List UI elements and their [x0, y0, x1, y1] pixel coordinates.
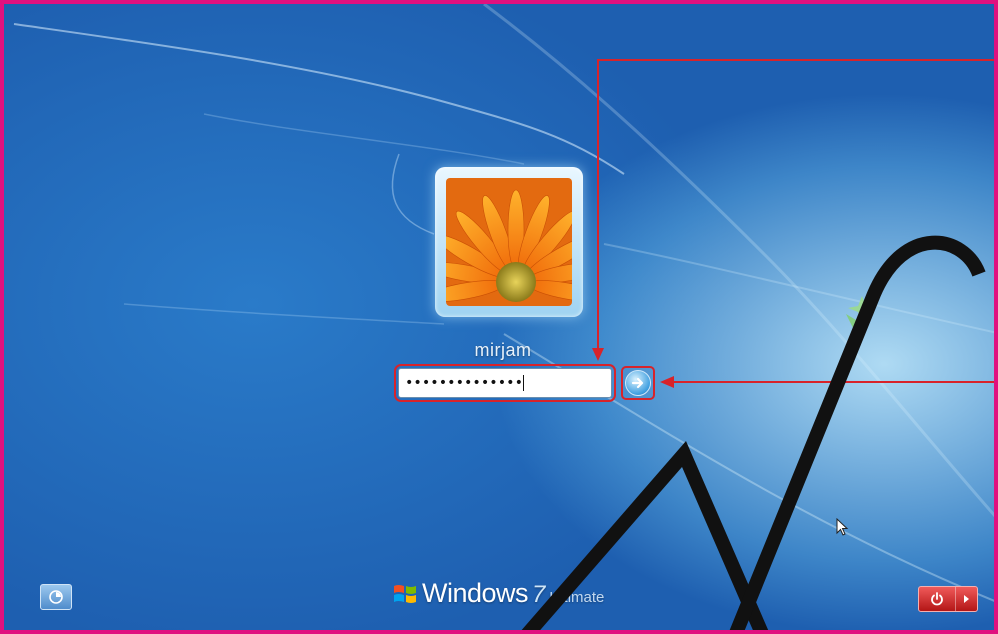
power-icon — [919, 587, 956, 611]
ease-of-access-icon — [49, 590, 63, 604]
password-input[interactable]: •••••••••••••• — [394, 364, 616, 402]
windows-branding: Windows 7 Ultimate — [392, 578, 604, 609]
windows-version: 7 — [532, 581, 546, 608]
windows-edition: Ultimate — [549, 589, 605, 606]
shutdown-button[interactable] — [918, 586, 978, 612]
ease-of-access-button[interactable] — [40, 584, 72, 610]
flower-picture-icon — [446, 178, 572, 306]
username-label: mirjam — [474, 340, 532, 360]
user-picture[interactable] — [435, 167, 583, 317]
background-swoosh — [13, 4, 994, 602]
text-caret — [523, 375, 525, 391]
arrow-right-icon — [625, 370, 651, 396]
windows-logo-icon — [394, 584, 416, 603]
chevron-right-icon[interactable] — [956, 594, 977, 604]
windows-wordmark: Windows — [422, 578, 529, 608]
password-value: •••••••••••••• — [405, 375, 524, 391]
submit-button[interactable] — [621, 366, 655, 400]
mouse-pointer-icon — [836, 518, 849, 536]
login-screen: mirjam •••••••••••••• Windows 7 Ultimate — [0, 0, 998, 634]
